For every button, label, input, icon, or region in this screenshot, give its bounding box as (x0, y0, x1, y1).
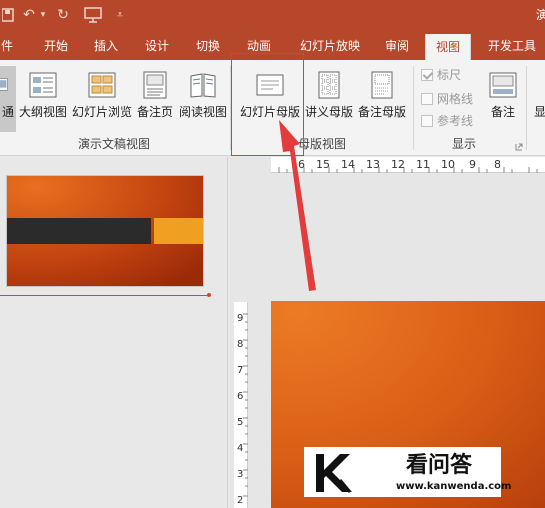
handout-master-button[interactable]: 讲义母版 (304, 66, 354, 132)
notes-page-button[interactable]: 备注页 (134, 66, 176, 132)
insertion-line-end (207, 293, 211, 297)
highlight-box (231, 53, 304, 156)
normal-view-icon (0, 78, 8, 91)
guides-checkbox[interactable]: 参考线 (421, 112, 473, 130)
watermark-site-name: 看问答 (406, 453, 473, 478)
group-divider (526, 66, 527, 150)
ruler-label: 10 (441, 158, 455, 171)
tab-design[interactable]: 设计 (137, 32, 177, 60)
ruler-label: 3 (237, 469, 243, 480)
group-label-show: 显示 (451, 137, 476, 151)
ruler-label: 8 (494, 158, 501, 171)
group-label-presentation-views: 演示文稿视图 (77, 137, 150, 151)
ruler-label: 11 (416, 158, 430, 171)
gridlines-checkbox[interactable]: 网格线 (421, 90, 473, 108)
ruler-label: 16 (291, 158, 305, 171)
horizontal-ruler-ticks: 16 15 14 13 12 11 10 9 8 (278, 158, 538, 173)
reading-view-button[interactable]: 阅读视图 (178, 66, 228, 132)
partial-ribbon-button[interactable]: 显 (530, 66, 545, 132)
checkbox-unchecked-icon (421, 93, 433, 105)
notes-master-button[interactable]: 备注母版 (356, 66, 408, 132)
ruler-label: 5 (237, 417, 243, 428)
ruler-label: 9 (237, 313, 243, 324)
horizontal-ruler: 16 15 14 13 12 11 10 9 8 (271, 157, 545, 173)
ruler-label: 13 (366, 158, 380, 171)
title-bar: ↶ ▾ ↻ ⩡ 演 (0, 0, 545, 32)
tab-developer[interactable]: 开发工具 (479, 32, 545, 60)
present-icon[interactable] (82, 6, 104, 24)
vertical-ruler-ticks: 9 8 7 6 5 4 3 2 (237, 313, 248, 506)
ruler-label: 15 (316, 158, 330, 171)
tab-home[interactable]: 开始 (36, 32, 76, 60)
ruler-label: 9 (469, 158, 476, 171)
watermark-url: www.kanwenda.com (396, 481, 512, 492)
redo-icon[interactable]: ↻ (54, 6, 72, 24)
watermark-logo-icon (316, 454, 352, 493)
save-icon[interactable] (2, 6, 14, 24)
handout-master-icon (318, 71, 340, 99)
outline-view-button[interactable]: 大纲视图 (18, 66, 68, 132)
undo-icon[interactable]: ↶ (20, 6, 38, 24)
insertion-line (0, 295, 210, 296)
undo-dropdown-icon[interactable]: ▾ (38, 6, 48, 24)
tab-transitions[interactable]: 切换 (188, 32, 228, 60)
notes-master-icon (371, 71, 393, 99)
reading-view-icon (190, 73, 216, 98)
checkbox-checked-icon (421, 69, 433, 81)
vertical-ruler: 9 8 7 6 5 4 3 2 (234, 302, 248, 508)
ruler-label: 12 (391, 158, 405, 171)
slide-sorter-button[interactable]: 幻灯片浏览 (71, 66, 133, 132)
slide-sorter-icon (88, 72, 116, 98)
normal-view-button[interactable]: 通 (0, 66, 16, 132)
tab-insert[interactable]: 插入 (86, 32, 126, 60)
ruler-label: 2 (237, 495, 243, 506)
slide-thumbnail[interactable] (6, 175, 204, 287)
window-title-fragment: 演 (535, 8, 545, 22)
group-divider (413, 66, 414, 150)
watermark: 看问答 www.kanwenda.com (304, 447, 511, 497)
ruler-label: 4 (237, 443, 243, 454)
tab-view[interactable]: 视图 (425, 34, 471, 60)
customize-qat-icon[interactable]: ⩡ (114, 6, 126, 24)
notes-icon (489, 72, 517, 98)
ruler-checkbox[interactable]: 标尺 (421, 66, 461, 84)
checkbox-unchecked-icon (421, 115, 433, 127)
tab-review[interactable]: 审阅 (377, 32, 417, 60)
ruler-label: 7 (237, 365, 243, 376)
outline-view-icon (29, 72, 57, 98)
ruler-label: 6 (237, 391, 243, 402)
ruler-label: 14 (341, 158, 355, 171)
notes-button[interactable]: 备注 (482, 66, 524, 132)
ruler-label: 8 (237, 339, 243, 350)
slide-thumbnail-image (7, 176, 203, 286)
slide-thumbnail-pane (0, 157, 228, 508)
dialog-launcher-icon[interactable] (515, 140, 523, 151)
tab-file[interactable]: 件 (0, 32, 14, 60)
notes-page-icon (143, 71, 167, 99)
